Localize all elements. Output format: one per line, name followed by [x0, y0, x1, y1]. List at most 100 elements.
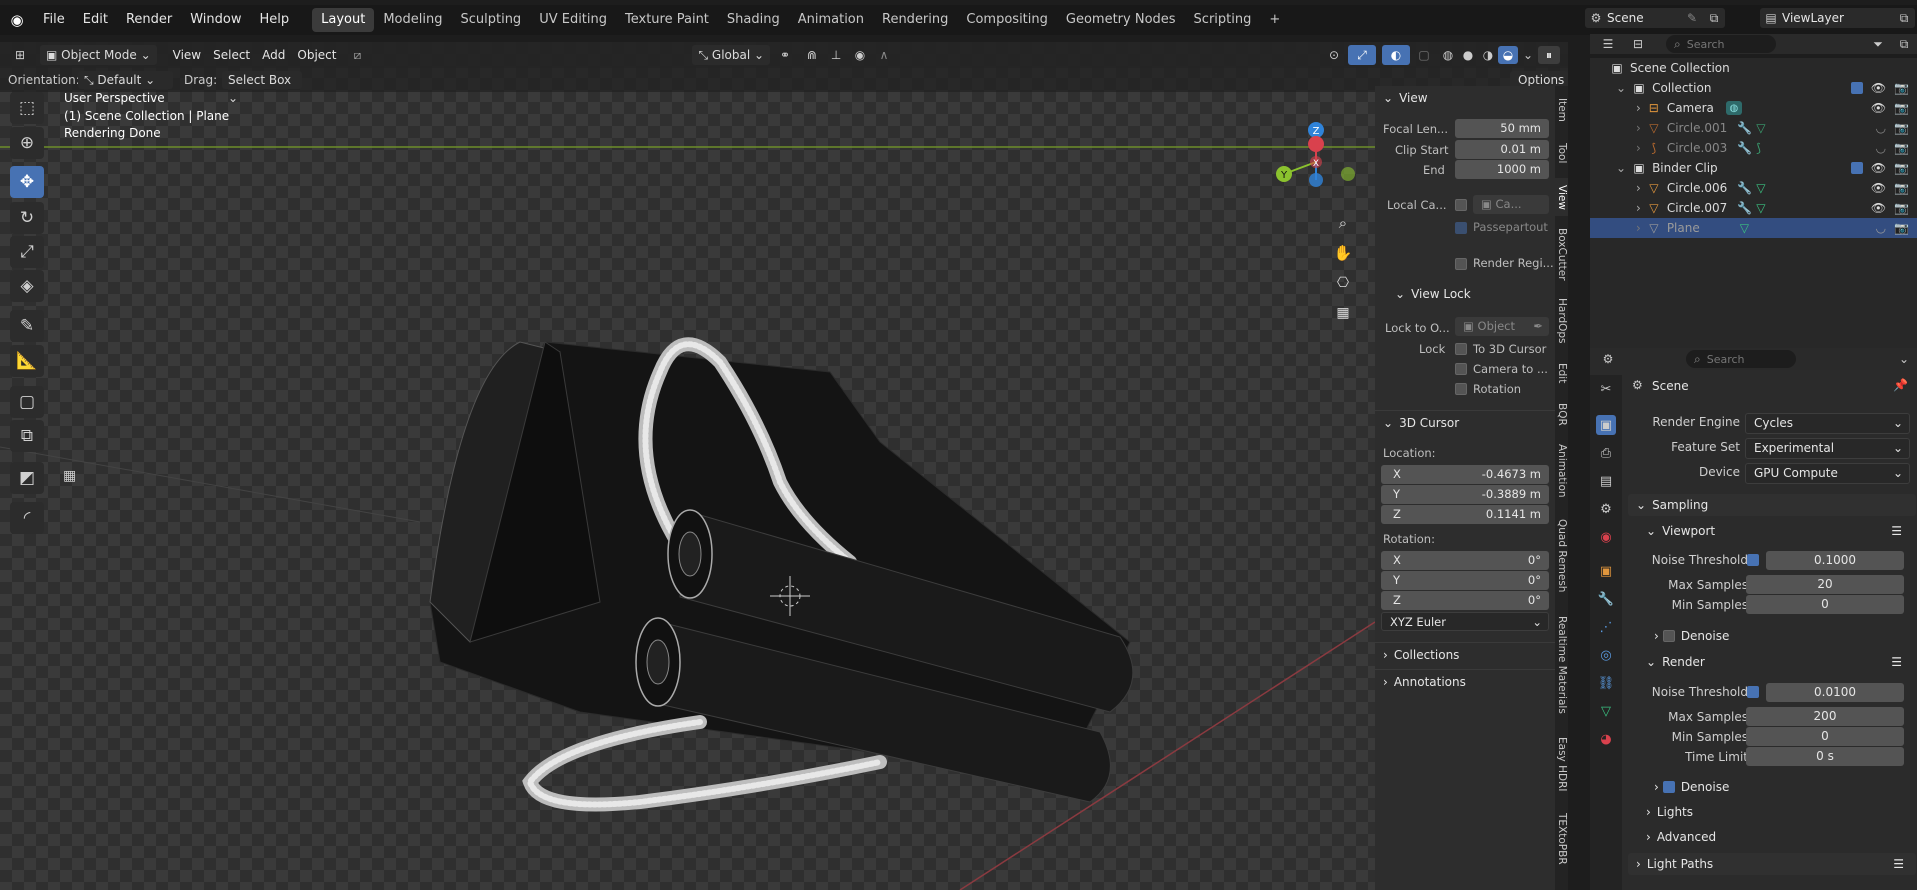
- side-tab-boxcutter[interactable]: BoxCutter: [1555, 222, 1568, 286]
- render-region-checkbox[interactable]: [1455, 258, 1467, 270]
- chevron-right-icon[interactable]: ›: [1636, 121, 1641, 135]
- lock-camera-checkbox[interactable]: [1455, 363, 1467, 375]
- feature-set-select[interactable]: Experimental ⌄: [1745, 438, 1910, 459]
- cursor-rot-z[interactable]: Z 0°: [1381, 591, 1549, 610]
- binder-clip-model[interactable]: [429, 337, 1134, 812]
- checker-icon[interactable]: ▦: [63, 468, 76, 484]
- tab-modeling[interactable]: Modeling: [374, 8, 451, 32]
- cursor-loc-y[interactable]: Y -0.3889 m: [1381, 485, 1549, 504]
- chevron-right-icon[interactable]: ›: [1636, 101, 1641, 115]
- object-tab-icon[interactable]: ▣: [1596, 561, 1616, 581]
- lock-3d-cursor-checkbox[interactable]: [1455, 343, 1467, 355]
- pan-icon[interactable]: ✋: [1332, 242, 1354, 264]
- tab-texture-paint[interactable]: Texture Paint: [616, 8, 718, 32]
- menu-file[interactable]: File: [34, 5, 74, 35]
- cursor-tool[interactable]: ⊕: [10, 127, 44, 159]
- outliner-search-input[interactable]: [1686, 37, 1757, 51]
- 3d-cursor-header[interactable]: ⌄ 3D Cursor: [1375, 410, 1555, 434]
- outliner-row-binder-clip[interactable]: ⌄ ▣ Binder Clip 👁 📷: [1590, 158, 1917, 178]
- camera-render-icon[interactable]: 📷: [1894, 121, 1909, 135]
- vp-min-samples-field[interactable]: 0: [1746, 595, 1904, 614]
- falloff-icon[interactable]: ∧: [872, 48, 896, 62]
- scale-tool[interactable]: ⤢: [10, 236, 44, 268]
- scene-tab-icon[interactable]: ⚙: [1596, 499, 1616, 519]
- editor-type-icon[interactable]: ⊞: [0, 48, 40, 62]
- passepartout-checkbox[interactable]: [1455, 222, 1467, 234]
- r-noise-threshold-field[interactable]: 0.0100: [1766, 683, 1904, 702]
- lights-subpanel[interactable]: › Lights: [1638, 802, 1910, 822]
- camera-render-icon[interactable]: 📷: [1894, 141, 1909, 155]
- include-checkbox[interactable]: [1850, 162, 1863, 174]
- r-noise-threshold-checkbox[interactable]: [1747, 686, 1759, 698]
- snap-target-icon[interactable]: ⊥: [824, 48, 848, 62]
- eye-icon[interactable]: 👁: [1871, 161, 1886, 175]
- tab-shading[interactable]: Shading: [718, 8, 789, 32]
- device-select[interactable]: GPU Compute ⌄: [1745, 463, 1910, 484]
- pause-render-icon[interactable]: ⏸: [1538, 46, 1560, 64]
- view-panel-header[interactable]: ⌄ View: [1375, 86, 1555, 110]
- side-tab-edit[interactable]: Edit: [1555, 356, 1568, 390]
- new-viewlayer-icon[interactable]: ⧉: [1893, 11, 1915, 26]
- camera-render-icon[interactable]: 📷: [1894, 161, 1909, 175]
- side-tab-textopbr[interactable]: TEXtoPBR: [1555, 804, 1568, 874]
- side-tab-view[interactable]: View: [1555, 178, 1568, 216]
- tab-uv-editing[interactable]: UV Editing: [530, 8, 616, 32]
- render-tab-icon[interactable]: ▣: [1596, 415, 1616, 435]
- menu-edit[interactable]: Edit: [74, 5, 117, 35]
- tool-tab-icon[interactable]: ✂: [1596, 379, 1616, 399]
- material-tab-icon[interactable]: ◕: [1596, 729, 1616, 749]
- advanced-subpanel[interactable]: › Advanced: [1638, 827, 1910, 847]
- 3d-viewport[interactable]: ⊞ ▣ Object Mode ⌄ View Select Add Object…: [0, 42, 1568, 890]
- vp-menu-add[interactable]: Add: [256, 42, 291, 68]
- vp-noise-threshold-field[interactable]: 0.1000: [1766, 551, 1904, 570]
- tab-compositing[interactable]: Compositing: [957, 8, 1057, 32]
- outliner-search[interactable]: ⌕: [1666, 35, 1776, 53]
- blender-logo-icon[interactable]: ◉: [0, 11, 34, 29]
- cursor-rot-y[interactable]: Y 0°: [1381, 571, 1549, 590]
- eyedropper-icon[interactable]: ✒: [1533, 317, 1543, 336]
- time-limit-field[interactable]: 0 s: [1746, 747, 1904, 766]
- r-denoise-checkbox[interactable]: [1662, 781, 1675, 793]
- camera-render-icon[interactable]: 📷: [1894, 201, 1909, 215]
- chevron-right-icon[interactable]: ›: [1636, 201, 1641, 215]
- world-tab-icon[interactable]: ◉: [1596, 527, 1616, 547]
- measure-tool[interactable]: 📐: [10, 345, 44, 377]
- chevron-right-icon[interactable]: ›: [1636, 181, 1641, 195]
- focal-length-field[interactable]: 50 mm: [1455, 119, 1549, 138]
- gizmo-show-icon[interactable]: ⤢: [1348, 45, 1376, 65]
- list-icon[interactable]: ☰: [1893, 857, 1904, 871]
- filter-icon[interactable]: ⏷: [1865, 37, 1891, 52]
- chevron-right-icon[interactable]: ›: [1636, 221, 1641, 235]
- vp-menu-view[interactable]: View: [167, 42, 207, 68]
- particles-tab-icon[interactable]: ⋰: [1596, 617, 1616, 637]
- overlay-icon[interactable]: ◐: [1382, 45, 1410, 65]
- outliner-row-plane[interactable]: › ▽ Plane ▽ ◡ 📷: [1590, 218, 1917, 238]
- pin-icon[interactable]: ✎: [1681, 11, 1703, 25]
- vp-denoise-subpanel[interactable]: › Denoise: [1648, 626, 1910, 646]
- side-tab-tool[interactable]: Tool: [1555, 136, 1568, 170]
- annotations-header[interactable]: › Annotations: [1375, 669, 1555, 693]
- eye-icon[interactable]: 👁: [1871, 101, 1886, 115]
- view-layer-tab-icon[interactable]: ▤: [1596, 471, 1616, 491]
- menu-render[interactable]: Render: [117, 5, 181, 35]
- properties-search-input[interactable]: [1706, 352, 1777, 366]
- chevron-down-icon[interactable]: ⌄: [1616, 81, 1626, 95]
- cursor-loc-x[interactable]: X -0.4673 m: [1381, 465, 1549, 484]
- camera-view-icon[interactable]: ⎔: [1332, 272, 1354, 294]
- new-scene-icon[interactable]: ⧉: [1703, 11, 1725, 26]
- eye-closed-icon[interactable]: ◡: [1876, 121, 1886, 135]
- vp-max-samples-field[interactable]: 20: [1746, 575, 1904, 594]
- lock-to-object-field[interactable]: ▣ Object ✒: [1455, 317, 1549, 336]
- scene-selector[interactable]: ⚙ Scene ✎ ⧉: [1585, 8, 1725, 28]
- viewport-subpanel-header[interactable]: ⌄ Viewport ☰: [1638, 520, 1910, 542]
- side-tab-item[interactable]: Item: [1555, 90, 1568, 130]
- eye-closed-icon[interactable]: ◡: [1876, 141, 1886, 155]
- outliner-row-scene-collection[interactable]: ▣ Scene Collection: [1590, 58, 1917, 78]
- r-min-samples-field[interactable]: 0: [1746, 727, 1904, 746]
- shading-wireframe-icon[interactable]: ◍: [1438, 48, 1458, 62]
- display-mode-icon[interactable]: ⊟: [1626, 37, 1650, 51]
- shading-rendered-icon[interactable]: ◒: [1498, 46, 1518, 64]
- constraints-tab-icon[interactable]: ⛓: [1596, 673, 1616, 693]
- select-box-tool[interactable]: ⬚: [10, 92, 44, 124]
- camera-render-icon[interactable]: 📷: [1894, 181, 1909, 195]
